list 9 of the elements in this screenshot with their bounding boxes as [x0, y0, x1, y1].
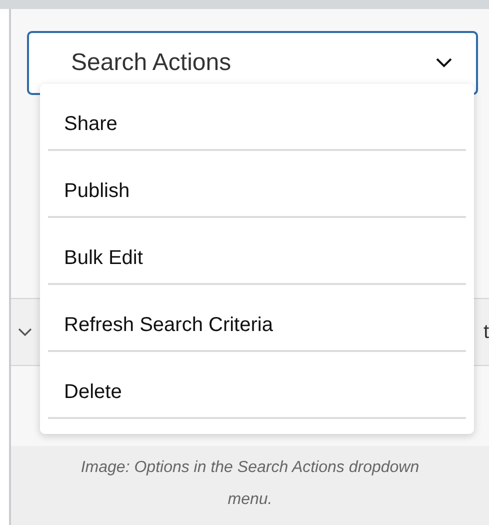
- chevron-down-icon: [436, 58, 452, 68]
- menu-item[interactable]: Refresh Search Criteria: [48, 285, 466, 352]
- menu-item[interactable]: Delete: [48, 352, 466, 419]
- menu-item[interactable]: Bulk Edit: [48, 218, 466, 285]
- menu-item[interactable]: Publish: [48, 151, 466, 218]
- image-caption: Image: Options in the Search Actions dropdown menu.: [80, 458, 420, 510]
- chevron-down-icon[interactable]: [18, 328, 32, 336]
- menu-item[interactable]: Share: [48, 84, 466, 151]
- column-header: t: [483, 320, 489, 345]
